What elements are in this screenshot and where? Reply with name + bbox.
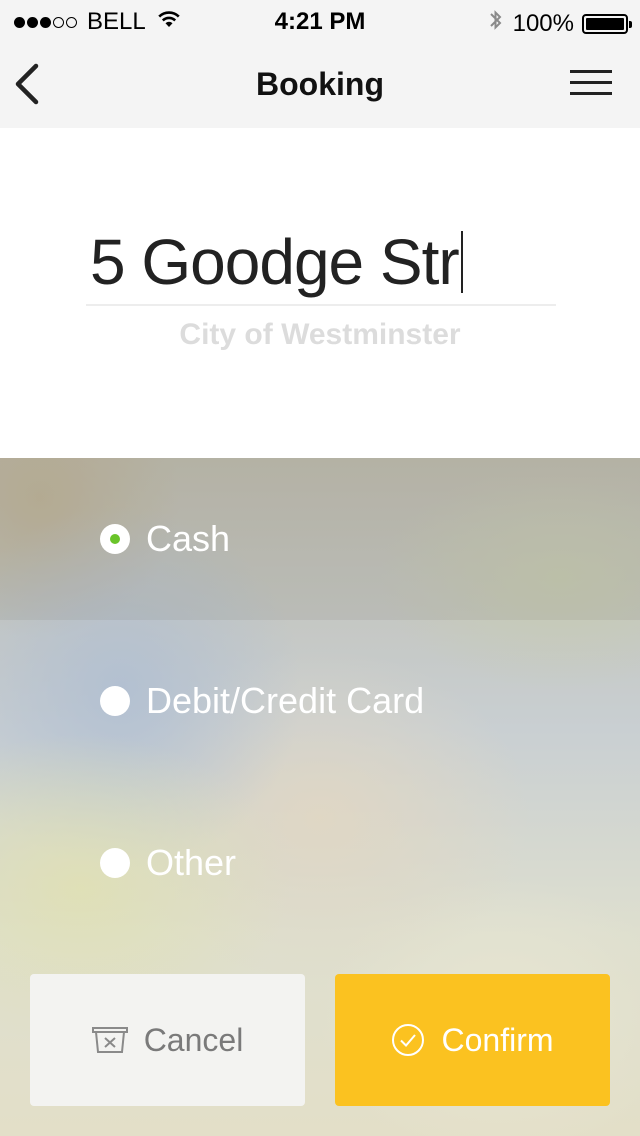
address-street-text: 5 Goodge Str xyxy=(90,226,460,298)
check-circle-icon xyxy=(391,1023,425,1057)
page-title: Booking xyxy=(256,66,384,102)
address-section: 5 Goodge Str City of Westminster xyxy=(0,128,640,458)
hamburger-menu-icon xyxy=(570,70,612,95)
payment-option-label: Cash xyxy=(146,518,231,559)
payment-option-other[interactable]: Other xyxy=(0,782,640,944)
text-caret xyxy=(460,231,463,293)
radio-button-selected[interactable] xyxy=(100,524,130,554)
trash-bin-icon xyxy=(91,1026,128,1054)
status-bar: BELL 4:21 PM 100% xyxy=(0,0,640,42)
battery-icon xyxy=(582,13,632,34)
payment-option-cash[interactable]: Cash xyxy=(0,458,640,620)
status-right: 100% xyxy=(489,8,632,39)
bluetooth-icon xyxy=(489,8,503,39)
radio-button[interactable] xyxy=(100,686,130,716)
radio-button[interactable] xyxy=(100,848,130,878)
address-district: City of Westminster xyxy=(179,318,461,351)
payment-option-card[interactable]: Debit/Credit Card xyxy=(0,620,640,782)
confirm-button[interactable]: Confirm xyxy=(335,974,610,1106)
cancel-label: Cancel xyxy=(143,1021,244,1058)
battery-percent: 100% xyxy=(512,9,574,37)
menu-button[interactable] xyxy=(568,66,614,102)
cancel-button[interactable]: Cancel xyxy=(30,974,305,1106)
payment-option-label: Other xyxy=(146,842,237,883)
confirm-label: Confirm xyxy=(441,1021,554,1058)
address-input[interactable]: 5 Goodge Str xyxy=(86,220,556,306)
navigation-bar: Booking xyxy=(0,42,640,128)
payment-option-label: Debit/Credit Card xyxy=(146,680,425,721)
